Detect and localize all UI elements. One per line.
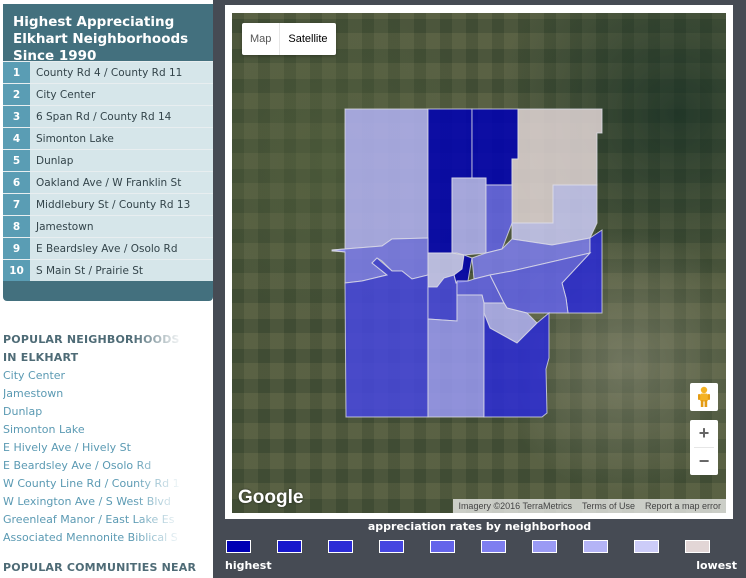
neighborhood-name[interactable]: Simonton Lake bbox=[30, 128, 114, 149]
popular-neighborhoods: POPULAR NEIGHBORHOODS IN ELKHART City Ce… bbox=[3, 331, 183, 547]
map-panel: Map Satellite + − Google Imagery ©2016 T… bbox=[213, 0, 746, 578]
rank-number: 7 bbox=[3, 194, 30, 215]
communities-heading: POPULAR COMMUNITIES NEAR bbox=[3, 561, 197, 574]
legend-swatch bbox=[277, 540, 302, 553]
ranked-list: 1 County Rd 4 / County Rd 11 2 City Center 3… bbox=[3, 61, 213, 281]
ranked-neighborhood-item[interactable]: 36 Span Rd / County Rd 14 bbox=[3, 105, 213, 127]
rank-number: 8 bbox=[3, 216, 30, 237]
neighborhood-name[interactable]: S Main St / Prairie St bbox=[30, 260, 143, 281]
map-type-control: Map Satellite bbox=[242, 23, 336, 55]
legend-swatches bbox=[226, 540, 710, 553]
map-type-satellite-button[interactable]: Satellite bbox=[280, 23, 335, 55]
ranked-neighborhood-item[interactable]: 5 Dunlap bbox=[3, 149, 213, 171]
legend-swatch bbox=[481, 540, 506, 553]
legend-swatch bbox=[379, 540, 404, 553]
map-canvas[interactable]: Map Satellite + − Google Imagery ©2016 T… bbox=[232, 13, 726, 513]
sidebar: Highest Appreciating Elkhart Neighborhoo… bbox=[0, 0, 213, 578]
top-neighborhoods-panel: Highest Appreciating Elkhart Neighborhoo… bbox=[3, 4, 213, 301]
rank-number: 9 bbox=[3, 238, 30, 259]
region-north-center-east[interactable] bbox=[471, 108, 519, 186]
map-attribution: Imagery ©2016 TerraMetrics Terms of Use … bbox=[453, 499, 726, 513]
map-type-map-button[interactable]: Map bbox=[242, 23, 281, 55]
legend-swatch bbox=[328, 540, 353, 553]
neighborhood-name[interactable]: Oakland Ave / W Franklin St bbox=[30, 172, 181, 193]
pegman-icon bbox=[698, 386, 710, 407]
legend-swatch bbox=[226, 540, 251, 553]
legend-swatch bbox=[532, 540, 557, 553]
map-frame: Map Satellite + − Google Imagery ©2016 T… bbox=[225, 5, 733, 519]
terms-of-use-link[interactable]: Terms of Use bbox=[577, 499, 640, 513]
ranked-neighborhood-item[interactable]: 1 County Rd 4 / County Rd 11 bbox=[3, 61, 213, 83]
zoom-in-button[interactable]: + bbox=[690, 420, 718, 447]
text-fade-overlay bbox=[133, 331, 183, 547]
neighborhood-name[interactable]: Jamestown bbox=[30, 216, 93, 237]
neighborhood-name[interactable]: County Rd 4 / County Rd 11 bbox=[30, 62, 182, 83]
ranked-neighborhood-item[interactable]: 4 Simonton Lake bbox=[3, 127, 213, 149]
neighborhood-name[interactable]: E Beardsley Ave / Osolo Rd bbox=[30, 238, 178, 259]
rank-number: 3 bbox=[3, 106, 30, 127]
zoom-control: + − bbox=[690, 420, 718, 475]
legend-highest-label: highest bbox=[225, 559, 272, 572]
legend-title: appreciation rates by neighborhood bbox=[367, 520, 592, 533]
region-northwest[interactable] bbox=[331, 108, 429, 253]
region-center-north[interactable] bbox=[451, 177, 487, 256]
legend-swatch bbox=[583, 540, 608, 553]
google-logo: Google bbox=[238, 487, 304, 508]
ranked-neighborhood-item[interactable]: 8 Jamestown bbox=[3, 215, 213, 237]
rank-number: 2 bbox=[3, 84, 30, 105]
ranked-neighborhood-item[interactable]: 2 City Center bbox=[3, 83, 213, 105]
neighborhood-overlay bbox=[331, 108, 603, 418]
ranked-neighborhood-item[interactable]: 6 Oakland Ave / W Franklin St bbox=[3, 171, 213, 193]
rank-number: 5 bbox=[3, 150, 30, 171]
neighborhood-name[interactable]: 6 Span Rd / County Rd 14 bbox=[30, 106, 171, 127]
report-map-error-link[interactable]: Report a map error bbox=[640, 499, 726, 513]
ranked-neighborhood-item[interactable]: 9E Beardsley Ave / Osolo Rd bbox=[3, 237, 213, 259]
rank-number: 6 bbox=[3, 172, 30, 193]
region-southwest[interactable] bbox=[344, 257, 429, 418]
legend-swatch bbox=[685, 540, 710, 553]
neighborhood-name[interactable]: Dunlap bbox=[30, 150, 73, 171]
legend-swatch bbox=[430, 540, 455, 553]
imagery-credit: Imagery ©2016 TerraMetrics bbox=[458, 501, 572, 511]
legend-swatch bbox=[634, 540, 659, 553]
street-view-button[interactable] bbox=[690, 383, 718, 411]
neighborhood-name[interactable]: Middlebury St / County Rd 13 bbox=[30, 194, 190, 215]
rank-number: 4 bbox=[3, 128, 30, 149]
rank-number: 10 bbox=[3, 260, 30, 281]
ranked-neighborhood-item[interactable]: 7 Middlebury St / County Rd 13 bbox=[3, 193, 213, 215]
panel-title: Highest Appreciating Elkhart Neighborhoo… bbox=[13, 14, 189, 64]
rank-number: 1 bbox=[3, 62, 30, 83]
ranked-neighborhood-item[interactable]: 10 S Main St / Prairie St bbox=[3, 259, 213, 281]
zoom-out-button[interactable]: − bbox=[690, 448, 718, 475]
neighborhood-name[interactable]: City Center bbox=[30, 84, 95, 105]
legend-lowest-label: lowest bbox=[696, 559, 737, 572]
